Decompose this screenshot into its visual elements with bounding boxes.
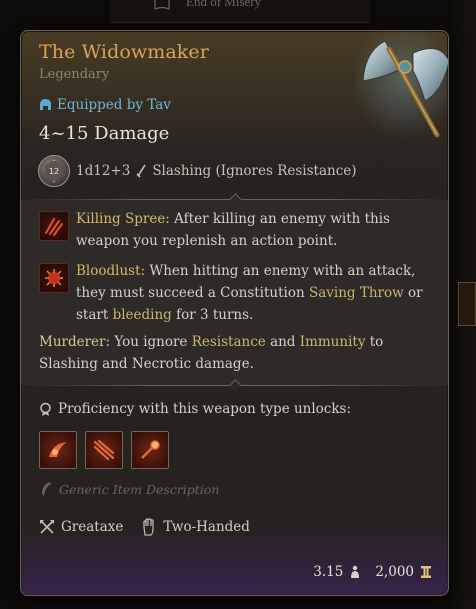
- proficiency-actions: [39, 431, 169, 469]
- gold-coin-icon: [421, 566, 431, 578]
- equipped-label: Equipped by Tav: [57, 97, 171, 113]
- background-item-slot: End of Misery: [110, 0, 370, 23]
- passive-description: for 3 turns.: [176, 307, 254, 323]
- background-inventory-slot[interactable]: [458, 282, 476, 326]
- greataxe-image: [355, 31, 448, 139]
- item-rarity: Legendary: [39, 67, 110, 82]
- proficiency-header: Proficiency with this weapon type unlock…: [39, 401, 351, 417]
- damage-range: 4~15 Damage: [39, 123, 170, 144]
- proficiency-title: Proficiency with this weapon type unlock…: [58, 401, 352, 417]
- item-name: The Widowmaker: [39, 41, 209, 63]
- passive-bloodlust[interactable]: Bloodlust: When hitting an enemy with an…: [39, 263, 431, 326]
- crossed-axes-icon: [40, 520, 54, 534]
- bleeding-link[interactable]: bleeding: [113, 307, 172, 323]
- slashing-icon: [136, 164, 146, 178]
- tag-two-handed[interactable]: Two-Handed: [141, 518, 250, 536]
- passive-name: Bloodlust:: [76, 263, 146, 279]
- passive-name: Murderer:: [39, 334, 111, 350]
- lacerate-icon[interactable]: [85, 431, 123, 469]
- generic-item-description: Generic Item Description: [39, 481, 219, 497]
- item-value: 2,000: [375, 564, 414, 580]
- passive-description: and: [270, 334, 296, 350]
- passive-name: Killing Spree:: [76, 211, 170, 227]
- item-weight: 3.15: [313, 564, 344, 580]
- passive-murderer[interactable]: Murderer: You ignore Resistance and Immu…: [39, 331, 431, 375]
- tag-greataxe[interactable]: Greataxe: [39, 519, 123, 535]
- weight-icon: [351, 565, 360, 578]
- scroll-icon: [154, 0, 170, 10]
- quill-icon: [42, 482, 51, 496]
- passive-killing-spree[interactable]: Killing Spree: After killing an enemy wi…: [39, 211, 431, 252]
- tag-label: Greataxe: [61, 519, 124, 535]
- killing-spree-icon: [39, 211, 69, 241]
- equipped-indicator: Equipped by Tav: [39, 97, 171, 113]
- tag-label: Two-Handed: [163, 519, 250, 535]
- medal-icon: [40, 402, 51, 416]
- damage-dice-row: 12 1d12+3 Slashing (Ignores Resistance): [38, 155, 357, 187]
- immunity-link[interactable]: Immunity: [300, 334, 366, 350]
- helmet-icon: [40, 99, 51, 110]
- hand-icon: [143, 518, 154, 536]
- bloodlust-icon: [39, 263, 69, 293]
- item-tooltip: The Widowmaker Legendary Equipped by Tav…: [20, 30, 449, 596]
- resistance-link[interactable]: Resistance: [192, 334, 266, 350]
- damage-formula: 1d12+3: [76, 163, 131, 179]
- d12-icon: 12: [45, 160, 63, 182]
- weapon-tags: Greataxe Two-Handed: [39, 518, 260, 536]
- damage-type: Slashing (Ignores Resistance): [152, 163, 357, 179]
- pommel-strike-icon[interactable]: [131, 431, 169, 469]
- cleave-icon[interactable]: [39, 431, 77, 469]
- item-stats-footer: 3.15 2,000: [313, 564, 432, 580]
- generic-description-text: Generic Item Description: [59, 481, 220, 497]
- passive-description: You ignore: [114, 334, 188, 350]
- saving-throw-link[interactable]: Saving Throw: [309, 285, 404, 301]
- background-item-name: End of Misery: [186, 0, 262, 9]
- d12-badge: 12: [38, 155, 70, 187]
- section-divider: [21, 379, 448, 392]
